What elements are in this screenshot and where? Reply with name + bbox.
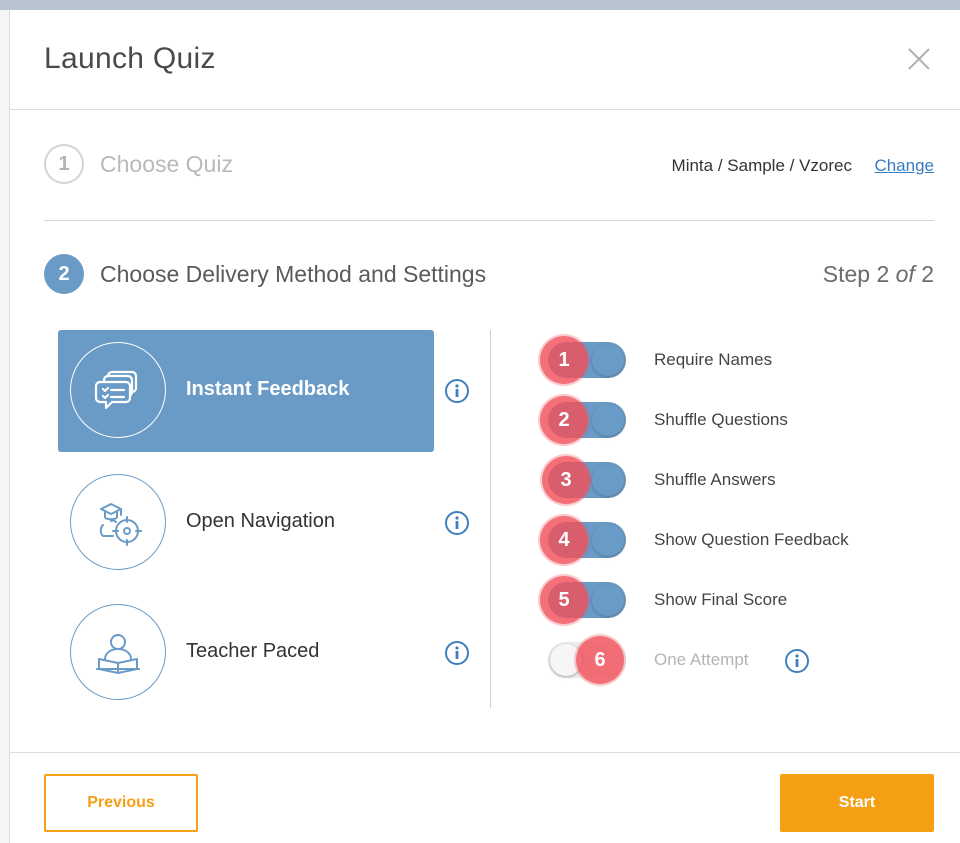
step-counter: Step 2 of 2 <box>823 261 934 288</box>
settings-list: 1 Require Names 2 Shuffle Questions 3 Sh… <box>540 336 950 708</box>
previous-button[interactable]: Previous <box>44 774 198 832</box>
column-divider <box>490 330 491 708</box>
step-choose-quiz: 1 Choose Quiz Minta / Sample / Vzorec Ch… <box>44 144 934 188</box>
setting-shuffle-questions: 2 Shuffle Questions <box>540 396 940 444</box>
setting-show-question-feedback: 4 Show Question Feedback <box>540 516 940 564</box>
step-counter-of: of <box>895 261 915 287</box>
setting-show-final-score: 5 Show Final Score <box>540 576 940 624</box>
info-icon[interactable] <box>444 510 470 536</box>
footer-divider <box>10 752 960 753</box>
annotation-badge: 2 <box>540 396 588 444</box>
step-number-badge: 2 <box>44 254 84 294</box>
dialog-title: Launch Quiz <box>44 42 216 75</box>
setting-label: Shuffle Questions <box>654 410 788 429</box>
toggle-knob <box>592 404 624 436</box>
setting-label: One Attempt <box>654 650 749 669</box>
annotation-badge: 4 <box>540 516 588 564</box>
setting-label: Show Question Feedback <box>654 530 849 549</box>
step-counter-current: Step 2 <box>822 261 890 287</box>
background-left-edge <box>0 10 10 843</box>
annotation-badge: 5 <box>540 576 588 624</box>
annotation-badge: 6 <box>576 636 624 684</box>
section-divider <box>44 220 934 221</box>
method-teacher-paced[interactable]: Teacher Paced <box>58 592 434 714</box>
navigation-compass-icon <box>70 474 166 570</box>
launch-quiz-dialog: Launch Quiz 1 Choose Quiz Minta / Sample… <box>10 10 960 843</box>
dialog-header: Launch Quiz <box>10 10 960 110</box>
chat-list-icon <box>70 342 166 438</box>
step-counter-total: 2 <box>921 261 934 287</box>
method-instant-feedback[interactable]: Instant Feedback <box>58 330 434 452</box>
step-label: Choose Delivery Method and Settings <box>100 261 487 287</box>
setting-label: Show Final Score <box>654 590 788 609</box>
close-icon[interactable] <box>906 46 932 72</box>
delivery-method-list: Instant Feedback Open Navigation Teacher… <box>58 330 488 710</box>
info-icon[interactable] <box>784 648 810 674</box>
setting-shuffle-answers: 3 Shuffle Answers <box>540 456 940 504</box>
change-quiz-link[interactable]: Change <box>874 156 934 176</box>
method-label: Open Navigation <box>186 510 335 532</box>
selected-quiz-name: Minta / Sample / Vzorec <box>671 156 852 175</box>
method-label: Instant Feedback <box>186 378 350 400</box>
toggle-knob <box>592 584 624 616</box>
background-top-strip <box>0 0 960 10</box>
toggle-knob <box>592 464 624 496</box>
start-button[interactable]: Start <box>780 774 934 832</box>
setting-label: Shuffle Answers <box>654 470 776 489</box>
setting-one-attempt: 6 One Attempt <box>540 636 940 684</box>
toggle-knob <box>592 344 624 376</box>
step-label: Choose Quiz <box>100 151 233 177</box>
teacher-book-icon <box>70 604 166 700</box>
toggle-knob <box>592 524 624 556</box>
method-open-navigation[interactable]: Open Navigation <box>58 462 434 584</box>
info-icon[interactable] <box>444 378 470 404</box>
setting-label: Require Names <box>654 350 773 369</box>
setting-require-names: 1 Require Names <box>540 336 940 384</box>
annotation-badge: 1 <box>540 336 588 384</box>
annotation-badge: 3 <box>542 456 590 504</box>
step-delivery-method: 2 Choose Delivery Method and Settings St… <box>44 254 934 298</box>
step-number-badge: 1 <box>44 144 84 184</box>
info-icon[interactable] <box>444 640 470 666</box>
method-label: Teacher Paced <box>186 640 320 662</box>
